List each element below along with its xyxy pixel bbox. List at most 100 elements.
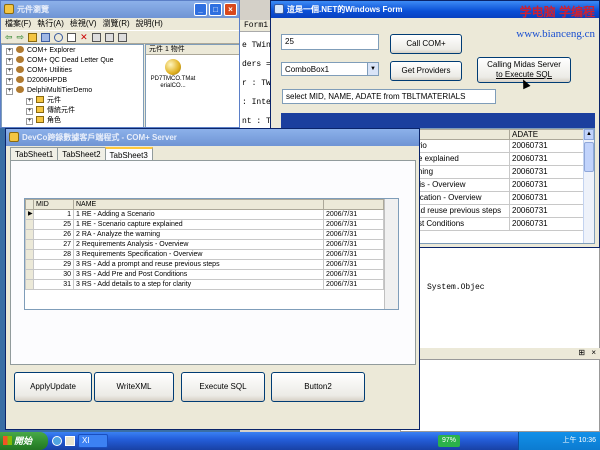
get-providers-button[interactable]: Get Providers: [390, 61, 462, 81]
table-row[interactable]: 31 3 RS - Add details to a step for clari…: [25, 279, 384, 290]
tree-item[interactable]: + COM+ QC Dead Letter Que: [6, 56, 143, 66]
row-indicator[interactable]: [25, 219, 34, 230]
tab[interactable]: TabSheet1: [10, 147, 59, 160]
client-button-execute-sql[interactable]: Execute SQL: [181, 372, 265, 402]
back-icon[interactable]: ⇦: [5, 33, 13, 42]
up-folder-icon[interactable]: [28, 33, 38, 42]
expand-icon[interactable]: +: [26, 108, 33, 115]
desktop-icon[interactable]: [65, 436, 75, 446]
row-indicator[interactable]: [25, 269, 34, 280]
cell-mid[interactable]: 29: [33, 259, 74, 270]
table-row[interactable]: ▶ 1 1 RE - Adding a Scenario 2006/7/31: [25, 209, 384, 220]
close-button[interactable]: ×: [224, 3, 237, 16]
client-button-writexml[interactable]: WriteXML: [94, 372, 174, 402]
refresh-icon[interactable]: [54, 33, 64, 42]
clock[interactable]: 上午 10:36: [563, 437, 596, 444]
table-row[interactable]: 25 1 RE - Scenario capture explained 2006/…: [25, 219, 384, 230]
column-header[interactable]: MID: [33, 199, 74, 210]
cell-mid[interactable]: 27: [33, 239, 74, 250]
client-button-button2[interactable]: Button2: [271, 372, 365, 402]
table-row[interactable]: 26 2 RA - Analyze the warning 2006/7/31: [25, 229, 384, 240]
explorer-titlebar[interactable]: 元件瀏覽 _ □ ×: [1, 1, 239, 18]
cell-date[interactable]: 2006/7/31: [323, 209, 384, 220]
row-indicator[interactable]: [25, 229, 34, 240]
client-titlebar[interactable]: DevCo跨錄數據客戶端程式 - COM+ Server: [6, 129, 419, 146]
expand-icon[interactable]: +: [26, 118, 33, 125]
component-item[interactable]: PD7TMCO.TMaterialCO...: [150, 59, 196, 90]
cell-adate[interactable]: 20060731: [509, 191, 585, 205]
cell-adate[interactable]: 20060731: [509, 178, 585, 192]
expand-icon[interactable]: +: [6, 58, 13, 65]
ie-icon[interactable]: [52, 436, 62, 446]
call-com-button[interactable]: Call COM+: [390, 34, 462, 54]
start-button[interactable]: 開始: [0, 432, 48, 450]
vertical-scrollbar[interactable]: ▲: [583, 129, 594, 243]
expand-icon[interactable]: +: [6, 68, 13, 75]
expand-icon[interactable]: +: [6, 88, 13, 95]
view-icon[interactable]: [41, 33, 51, 42]
cell-adate[interactable]: 20060731: [509, 217, 585, 231]
tree-item[interactable]: + COM+ Explorer: [6, 46, 143, 56]
cell-adate[interactable]: 20060731: [509, 165, 585, 179]
cell-mid[interactable]: 1: [33, 209, 74, 220]
cell-name[interactable]: 2 Requirements Analysis - Overview: [73, 239, 324, 250]
cell-date[interactable]: 2006/7/31: [323, 239, 384, 250]
minimize-button[interactable]: _: [194, 3, 207, 16]
properties-icon[interactable]: [67, 33, 77, 42]
cell-name[interactable]: 3 Requirements Specification - Overview: [73, 249, 324, 260]
provider-combobox[interactable]: ComboBox1 ▼: [281, 62, 379, 76]
row-indicator[interactable]: [25, 259, 34, 270]
menu-item[interactable]: 執行(A): [37, 18, 64, 30]
column-header[interactable]: [323, 199, 384, 210]
cell-date[interactable]: 2006/7/31: [323, 269, 384, 280]
tab[interactable]: TabSheet2: [57, 147, 106, 160]
large-icons-icon[interactable]: [91, 33, 101, 42]
close-icon[interactable]: ×: [591, 348, 596, 357]
cell-name[interactable]: 3 RS - Add a prompt and reuse previous s…: [73, 259, 324, 270]
list-icon[interactable]: [104, 33, 114, 42]
cell-adate[interactable]: 20060731: [509, 204, 585, 218]
scroll-up-arrow[interactable]: ▲: [584, 129, 594, 140]
table-row[interactable]: 272 Requirements Analysis - Overview2006…: [25, 239, 384, 250]
tree-item[interactable]: + DelphiMultiTierDemo: [6, 86, 143, 96]
table-row[interactable]: 303 RS - Add Pre and Post Conditions2006…: [25, 269, 384, 280]
expand-icon[interactable]: +: [26, 98, 33, 105]
language-indicator[interactable]: 97%: [438, 435, 460, 447]
mid-input[interactable]: 25: [281, 34, 379, 50]
tree-item[interactable]: + 傳統元件: [6, 106, 143, 116]
cell-mid[interactable]: 26: [33, 229, 74, 240]
column-header[interactable]: NAME: [73, 199, 324, 210]
cell-date[interactable]: 2006/7/31: [323, 279, 384, 290]
menu-item[interactable]: 瀏覽(R): [103, 18, 130, 30]
menu-item[interactable]: 檔案(F): [5, 18, 31, 30]
cell-date[interactable]: 2006/7/31: [323, 229, 384, 240]
row-indicator[interactable]: [25, 279, 34, 290]
cell-mid[interactable]: 25: [33, 219, 74, 230]
dropdown-arrow-icon[interactable]: ▼: [367, 63, 378, 75]
pin-icon[interactable]: ⊞: [578, 348, 585, 357]
taskbar-button[interactable]: XI: [78, 434, 108, 448]
tree-item[interactable]: + 角色: [6, 116, 143, 126]
tree-item[interactable]: + COM+ Utilities: [6, 66, 143, 76]
cell-name[interactable]: 2 RA - Analyze the warning: [73, 229, 324, 240]
menu-item[interactable]: 檢視(V): [70, 18, 97, 30]
cell-adate[interactable]: 20060731: [509, 139, 585, 153]
row-indicator[interactable]: [25, 249, 34, 260]
menu-item[interactable]: 說明(H): [136, 18, 163, 30]
cell-mid[interactable]: 30: [33, 269, 74, 280]
expand-icon[interactable]: +: [6, 78, 13, 85]
scroll-thumb[interactable]: [584, 142, 594, 172]
client-scrollbar[interactable]: [384, 199, 398, 309]
cell-adate[interactable]: 20060731: [509, 152, 585, 166]
table-row[interactable]: 283 Requirements Specification - Overvie…: [25, 249, 384, 260]
table-row[interactable]: 293 RS - Add a prompt and reuse previous…: [25, 259, 384, 270]
maximize-button[interactable]: □: [209, 3, 222, 16]
row-indicator[interactable]: [25, 239, 34, 250]
forward-icon[interactable]: ⇨: [17, 33, 25, 42]
expand-icon[interactable]: +: [6, 48, 13, 55]
cell-date[interactable]: 2006/7/31: [323, 249, 384, 260]
row-indicator[interactable]: ▶: [25, 209, 34, 220]
cell-mid[interactable]: 28: [33, 249, 74, 260]
cell-name[interactable]: 1 RE - Adding a Scenario: [73, 209, 324, 220]
cell-name[interactable]: 3 RS - Add Pre and Post Conditions: [73, 269, 324, 280]
